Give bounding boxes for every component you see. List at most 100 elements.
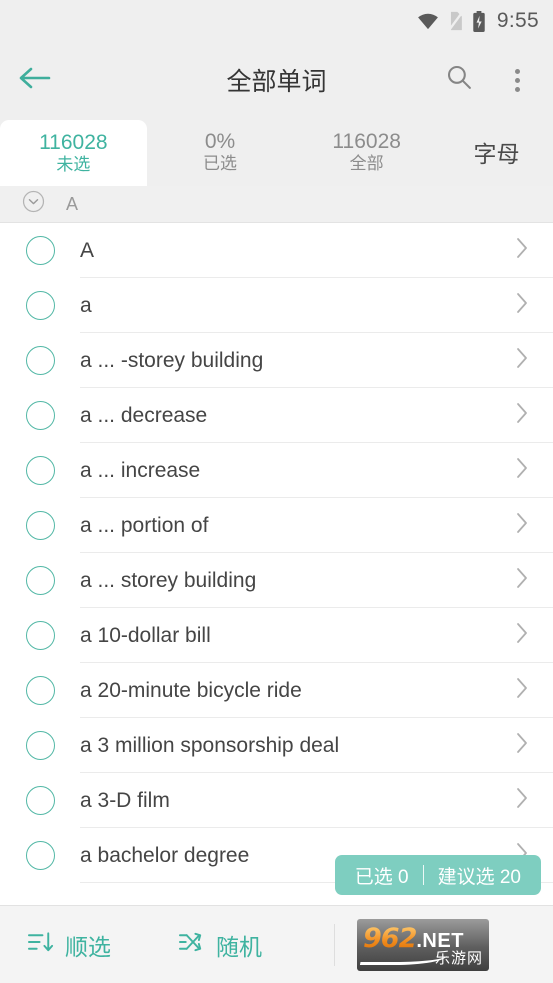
back-arrow-icon <box>18 65 52 96</box>
section-header[interactable]: A <box>0 186 553 223</box>
word-checkbox[interactable] <box>0 676 80 705</box>
word-row[interactable]: a ... increase <box>0 443 553 498</box>
word-checkbox[interactable] <box>0 456 80 485</box>
word-label: a ... portion of <box>80 513 209 537</box>
chevron-right-icon <box>514 455 530 486</box>
word-row[interactable]: a ... -storey building <box>0 333 553 388</box>
word-label: a <box>80 293 92 317</box>
word-checkbox[interactable] <box>0 731 80 760</box>
app-screen: 9:55 全部单词 116028 未选 0% 已选 116028 全部 字母 A… <box>0 0 553 983</box>
sequential-select-button[interactable]: 顺选 <box>22 928 117 962</box>
section-letter: A <box>66 193 79 214</box>
word-detail-button[interactable] <box>491 290 553 321</box>
chevron-right-icon <box>514 235 530 266</box>
word-label: a 3 million sponsorship deal <box>80 733 340 757</box>
word-label: A <box>80 238 95 262</box>
word-checkbox[interactable] <box>0 291 80 320</box>
chevron-right-icon <box>514 510 530 541</box>
word-checkbox[interactable] <box>0 621 80 650</box>
status-time: 9:55 <box>496 9 539 32</box>
word-detail-button[interactable] <box>491 785 553 816</box>
word-row[interactable]: a 3-D film <box>0 773 553 828</box>
word-row[interactable]: A <box>0 223 553 278</box>
word-row[interactable]: a ... storey building <box>0 553 553 608</box>
tab-unselected[interactable]: 116028 未选 <box>0 120 147 186</box>
tab-selected[interactable]: 0% 已选 <box>147 118 294 186</box>
back-button[interactable] <box>0 65 70 96</box>
word-detail-button[interactable] <box>491 620 553 651</box>
tab-selected-count: 0% <box>204 129 236 153</box>
chevron-right-icon <box>514 290 530 321</box>
random-select-label: 随机 <box>216 933 262 960</box>
word-checkbox[interactable] <box>0 401 80 430</box>
word-detail-button[interactable] <box>491 730 553 761</box>
watermark-sub: 乐游网 <box>434 949 483 967</box>
app-bar: 全部单词 <box>0 42 553 118</box>
word-detail-button[interactable] <box>491 675 553 706</box>
word-detail-button[interactable] <box>491 455 553 486</box>
status-bar: 9:55 <box>0 0 553 42</box>
word-checkbox[interactable] <box>0 511 80 540</box>
chevron-right-icon <box>514 675 530 706</box>
search-icon <box>446 64 473 96</box>
word-detail-button[interactable] <box>491 565 553 596</box>
word-detail-button[interactable] <box>491 400 553 431</box>
more-vertical-icon <box>514 68 520 92</box>
chevron-right-icon <box>514 565 530 596</box>
chevron-right-icon <box>514 730 530 761</box>
word-row[interactable]: a 3 million sponsorship deal <box>0 718 553 773</box>
wifi-icon <box>417 12 439 30</box>
no-sim-icon <box>448 11 463 31</box>
shuffle-icon <box>179 931 206 959</box>
chevron-right-icon <box>514 345 530 376</box>
word-checkbox[interactable] <box>0 566 80 595</box>
chevron-right-icon <box>514 400 530 431</box>
word-checkbox[interactable] <box>0 786 80 815</box>
section-collapse-button[interactable] <box>0 190 66 218</box>
bottom-bar-divider <box>334 923 335 966</box>
overflow-menu-button[interactable] <box>491 54 543 106</box>
word-detail-button[interactable] <box>491 510 553 541</box>
word-row[interactable]: a 20-minute bicycle ride <box>0 663 553 718</box>
battery-charging-icon <box>472 10 486 32</box>
word-row[interactable]: a 10-dollar bill <box>0 608 553 663</box>
search-button[interactable] <box>433 54 485 106</box>
chevron-down-circle-icon <box>22 190 45 218</box>
word-label: a 3-D film <box>80 788 170 812</box>
tab-all[interactable]: 116028 全部 <box>293 118 440 186</box>
tab-unselected-count: 116028 <box>39 130 108 154</box>
word-checkbox[interactable] <box>0 841 80 870</box>
sort-descending-icon <box>28 931 55 959</box>
word-label: a 10-dollar bill <box>80 623 211 647</box>
chevron-right-icon <box>514 785 530 816</box>
suggested-count-label: 建议选 20 <box>437 866 521 888</box>
tab-all-label: 全部 <box>349 154 384 174</box>
chevron-right-icon <box>514 620 530 651</box>
word-detail-button[interactable] <box>491 235 553 266</box>
tab-bar: 116028 未选 0% 已选 116028 全部 字母 <box>0 118 553 186</box>
word-row[interactable]: a ... decrease <box>0 388 553 443</box>
word-checkbox[interactable] <box>0 236 80 265</box>
selected-count-label: 已选 0 <box>354 866 409 888</box>
word-label: a ... -storey building <box>80 348 264 372</box>
word-label: a 20-minute bicycle ride <box>80 678 302 702</box>
tab-selected-label: 已选 <box>203 154 237 174</box>
word-detail-button[interactable] <box>491 345 553 376</box>
word-label: a ... decrease <box>80 403 208 427</box>
selection-summary-badge[interactable]: 已选 0 建议选 20 <box>334 855 541 895</box>
site-watermark: 962 .NET 乐游网 <box>357 918 489 971</box>
app-bar-actions <box>433 54 553 106</box>
tab-all-count: 116028 <box>332 129 401 153</box>
word-row[interactable]: a <box>0 278 553 333</box>
word-label: a ... increase <box>80 458 201 482</box>
bottom-bar: 顺选 随机 962 .NET 乐游网 <box>0 905 553 983</box>
tab-unselected-label: 未选 <box>56 155 91 175</box>
tab-letter[interactable]: 字母 <box>440 118 553 186</box>
word-list: Aa a ... -storey building a ... decrease a … <box>0 223 553 883</box>
word-label: a ... storey building <box>80 568 257 592</box>
random-select-button[interactable]: 随机 <box>173 928 268 962</box>
badge-divider <box>422 865 424 885</box>
word-checkbox[interactable] <box>0 346 80 375</box>
word-row[interactable]: a ... portion of <box>0 498 553 553</box>
sequential-select-label: 顺选 <box>65 933 111 960</box>
